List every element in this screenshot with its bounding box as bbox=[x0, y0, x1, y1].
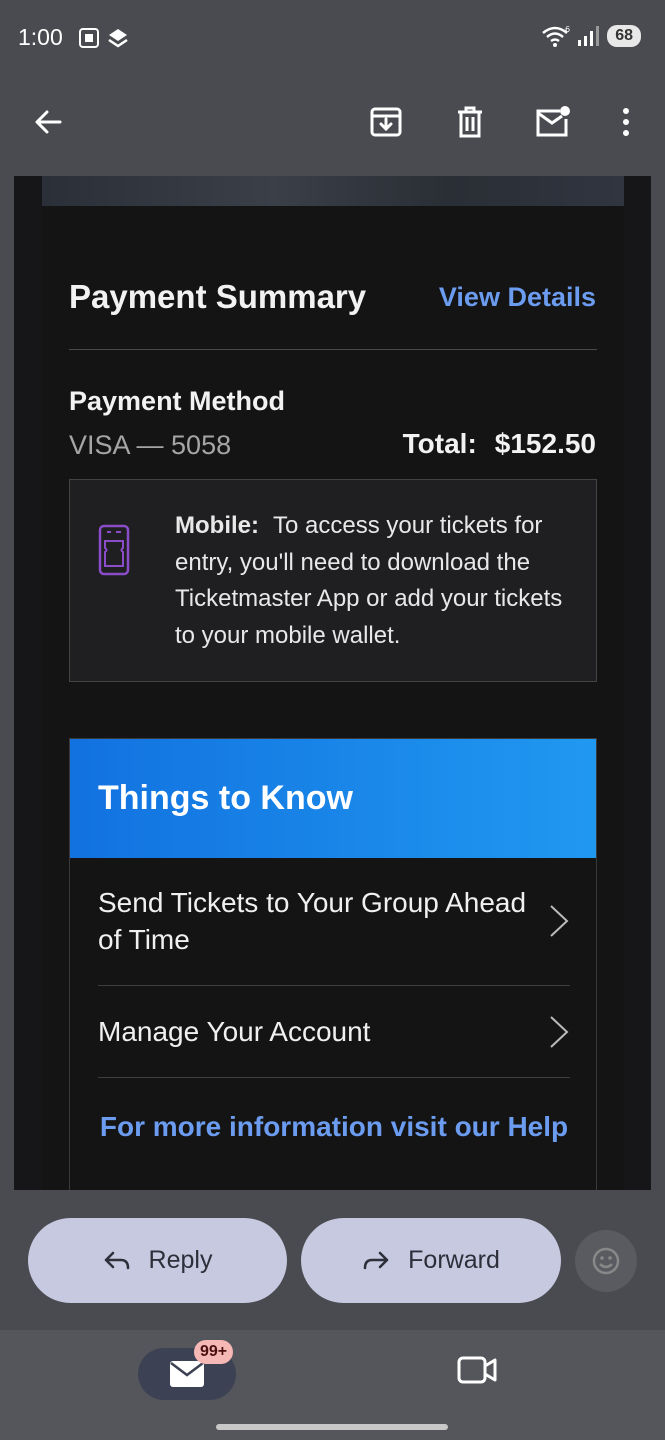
payment-summary-title: Payment Summary bbox=[69, 278, 367, 315]
divider bbox=[98, 1077, 570, 1078]
back-button[interactable] bbox=[24, 98, 72, 146]
forward-icon bbox=[363, 1251, 389, 1269]
mobile-notice-text: Mobile: To access your tickets for entry,… bbox=[175, 508, 575, 654]
status-icons-left bbox=[78, 27, 130, 49]
mobile-notice-label: Mobile: bbox=[175, 512, 259, 539]
reply-icon bbox=[104, 1251, 129, 1269]
wifi-icon: 6 bbox=[542, 25, 570, 47]
battery-indicator: 68 bbox=[607, 25, 641, 47]
help-link[interactable]: For more information visit our Help bbox=[70, 1111, 598, 1143]
ttk-item-send-tickets[interactable]: Send Tickets to Your Group Ahead of Time bbox=[98, 884, 570, 958]
status-time: 1:00 bbox=[18, 24, 63, 50]
payment-method-value: VISA — 5058 bbox=[69, 430, 232, 460]
bottom-nav: 99+ bbox=[0, 1330, 665, 1440]
total-row: Total: $152.50 bbox=[403, 428, 596, 460]
total-value: $152.50 bbox=[494, 428, 596, 459]
smiley-icon bbox=[592, 1247, 620, 1275]
ttk-item-label: Manage Your Account bbox=[98, 1016, 371, 1047]
status-bar: 1:00 6 68 bbox=[0, 0, 665, 76]
more-vert-icon bbox=[623, 108, 629, 136]
signal-icon bbox=[578, 26, 600, 46]
action-bar: Reply Forward bbox=[0, 1190, 665, 1330]
divider bbox=[69, 349, 597, 350]
emoji-react-button[interactable] bbox=[575, 1230, 637, 1292]
total-label: Total: bbox=[402, 428, 477, 459]
delete-button[interactable] bbox=[446, 98, 494, 146]
mobile-notice-box: Mobile: To access your tickets for entry,… bbox=[69, 479, 597, 682]
things-to-know-header: Things to Know bbox=[70, 739, 596, 858]
reply-button[interactable]: Reply bbox=[28, 1218, 287, 1303]
archive-button[interactable] bbox=[362, 98, 410, 146]
app-bar bbox=[0, 76, 665, 176]
payment-card: Payment Summary View Details Payment Met… bbox=[42, 206, 624, 1190]
home-indicator[interactable] bbox=[216, 1424, 448, 1430]
forward-button[interactable]: Forward bbox=[301, 1218, 561, 1303]
unread-badge: 99+ bbox=[194, 1340, 234, 1364]
payment-method-label: Payment Method bbox=[69, 386, 286, 416]
chevron-right-icon bbox=[550, 1015, 569, 1048]
mail-icon bbox=[170, 1361, 204, 1387]
svg-text:6: 6 bbox=[565, 25, 570, 34]
video-camera-icon bbox=[457, 1356, 497, 1384]
mark-unread-icon bbox=[536, 106, 570, 137]
status-icons-right: 6 68 bbox=[541, 24, 641, 48]
archive-icon bbox=[370, 107, 402, 137]
email-body[interactable]: Payment Summary View Details Payment Met… bbox=[14, 176, 651, 1190]
reply-label: Reply bbox=[148, 1246, 213, 1274]
chevron-right-icon bbox=[550, 905, 569, 937]
forward-label: Forward bbox=[408, 1246, 500, 1274]
mobile-ticket-icon bbox=[98, 524, 130, 576]
back-arrow-icon bbox=[35, 110, 62, 134]
things-to-know-title: Things to Know bbox=[98, 779, 353, 817]
view-details-link[interactable]: View Details bbox=[439, 282, 596, 313]
divider bbox=[98, 985, 570, 986]
trash-icon bbox=[458, 106, 482, 138]
hero-image-strip bbox=[42, 176, 624, 206]
screenshot-icon bbox=[79, 28, 99, 48]
nav-meet-tab[interactable] bbox=[456, 1354, 498, 1391]
things-to-know-section: Things to Know Send Tickets to Your Grou… bbox=[69, 738, 597, 1190]
mark-unread-button[interactable] bbox=[529, 98, 577, 146]
more-options-button[interactable] bbox=[602, 98, 650, 146]
ttk-item-manage-account[interactable]: Manage Your Account bbox=[98, 1013, 570, 1050]
ttk-item-label: Send Tickets to Your Group Ahead of Time bbox=[98, 887, 527, 955]
app-status-icon bbox=[108, 29, 128, 48]
